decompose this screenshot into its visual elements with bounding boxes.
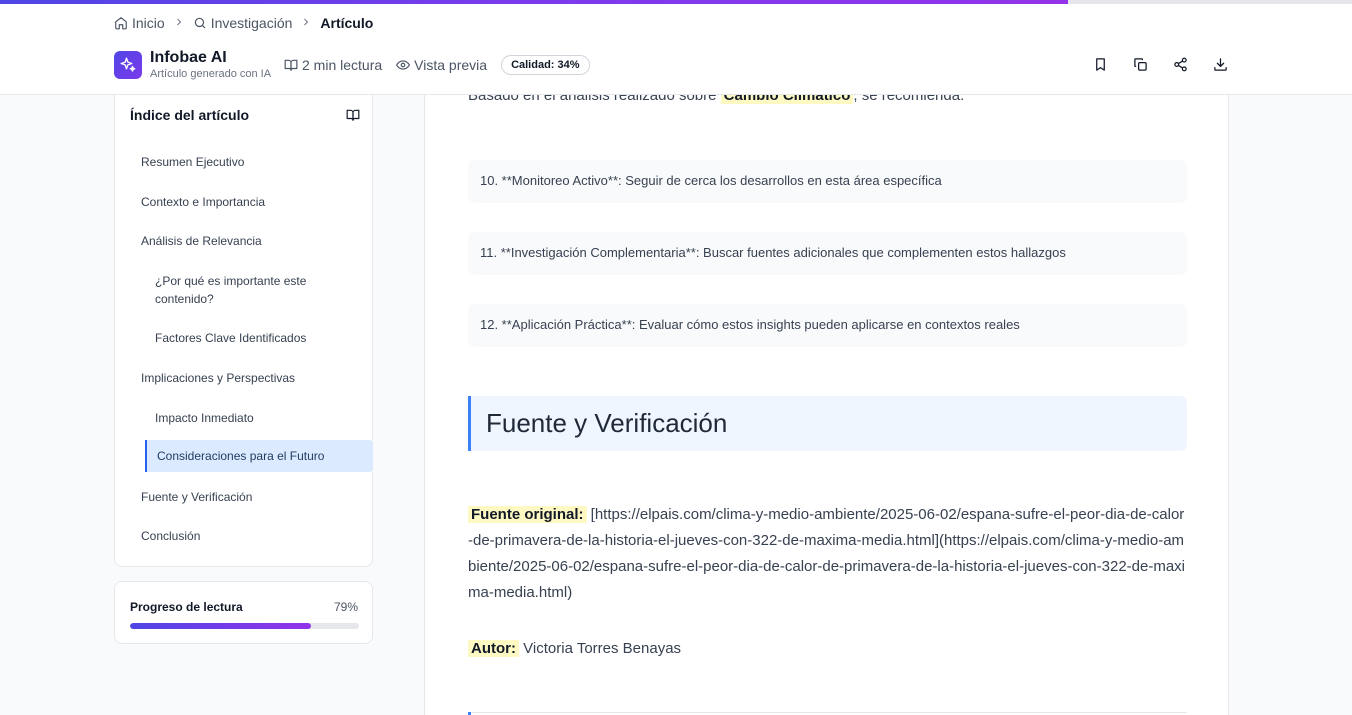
preview-toggle[interactable]: Vista previa xyxy=(396,57,487,73)
source-label: Fuente original: xyxy=(468,506,587,523)
reading-progress-bar xyxy=(130,623,311,629)
brand-subtitle: Artículo generado con IA xyxy=(150,68,272,80)
share-icon xyxy=(1174,57,1187,72)
brand[interactable]: Infobae AI Artículo generado con IA xyxy=(114,49,271,81)
share-button[interactable] xyxy=(1170,54,1191,75)
chevron-right-icon xyxy=(300,16,312,31)
recommendation-item: 10. **Monitoreo Activo**: Seguir de cerc… xyxy=(468,160,1187,203)
eye-icon xyxy=(396,58,411,72)
search-icon xyxy=(193,16,207,30)
table-of-contents: Índice del artículo Resumen Ejecutivo Co… xyxy=(114,93,373,567)
reading-progress-percent: 79% xyxy=(333,600,358,614)
breadcrumb: Inicio Investigación Artículo xyxy=(114,15,373,31)
copy-button[interactable] xyxy=(1130,54,1151,75)
breadcrumb-research-label: Investigación xyxy=(210,15,293,31)
article-content: Basado en el análisis realizado sobre Ca… xyxy=(424,93,1229,715)
toc-item-conclusion[interactable]: Conclusión xyxy=(141,527,361,545)
download-icon xyxy=(1214,58,1227,71)
breadcrumb-home[interactable]: Inicio xyxy=(114,15,165,31)
sparkles-icon xyxy=(114,51,142,79)
recommendation-item: 12. **Aplicación Práctica**: Evaluar cóm… xyxy=(468,304,1187,347)
toc-item-implicaciones[interactable]: Implicaciones y Perspectivas xyxy=(141,369,361,387)
page-scroll-progress xyxy=(0,0,1352,4)
toc-item-fuente-verificacion[interactable]: Fuente y Verificación xyxy=(141,488,361,506)
recommendation-item: 11. **Investigación Complementaria**: Bu… xyxy=(468,232,1187,275)
bookmark-icon xyxy=(1096,58,1105,71)
read-time-label: 2 min lectura xyxy=(302,57,383,73)
book-open-icon xyxy=(284,58,298,72)
breadcrumb-home-label: Inicio xyxy=(132,15,165,31)
chevron-right-icon xyxy=(173,16,185,31)
reading-progress-card: Progreso de lectura 79% xyxy=(114,581,373,644)
section-title-fuente: Fuente y Verificación xyxy=(468,396,1187,451)
book-open-icon[interactable] xyxy=(346,108,360,122)
bookmark-button[interactable] xyxy=(1090,54,1111,75)
toc-item-contexto[interactable]: Contexto e Importancia xyxy=(141,193,361,211)
breadcrumb-current: Artículo xyxy=(320,15,374,31)
quality-badge: Calidad: 34% xyxy=(501,55,590,75)
copy-icon xyxy=(1134,58,1147,71)
source-paragraph: Fuente original: [https://elpais.com/cli… xyxy=(468,502,1187,606)
brand-name: Infobae AI xyxy=(150,49,227,66)
toc-item-consideraciones-futuro[interactable]: Consideraciones para el Futuro xyxy=(145,440,373,472)
toc-item-por-que-importante[interactable]: ¿Por qué es importante este contenido? xyxy=(155,272,335,308)
article-meta: 2 min lectura Vista previa Calidad: 34% xyxy=(284,55,590,75)
toc-item-impacto-inmediato[interactable]: Impacto Inmediato xyxy=(155,409,335,427)
author-label: Autor: xyxy=(468,640,519,657)
toc-item-factores-clave[interactable]: Factores Clave Identificados xyxy=(155,329,335,347)
author-paragraph: Autor: Victoria Torres Benayas xyxy=(468,636,1187,662)
reading-progress-track xyxy=(130,623,359,629)
preview-label: Vista previa xyxy=(414,57,488,73)
download-button[interactable] xyxy=(1210,54,1231,75)
toc-item-resumen-ejecutivo[interactable]: Resumen Ejecutivo xyxy=(141,153,361,171)
toc-item-analisis[interactable]: Análisis de Relevancia xyxy=(141,232,361,250)
author-name: Victoria Torres Benayas xyxy=(523,640,682,657)
breadcrumb-research[interactable]: Investigación xyxy=(193,15,293,31)
page-scroll-progress-fill xyxy=(0,0,1069,4)
reading-progress-label: Progreso de lectura xyxy=(130,600,243,614)
home-icon xyxy=(114,16,128,30)
read-time: 2 min lectura xyxy=(284,57,382,73)
toc-title: Índice del artículo xyxy=(130,107,250,123)
top-bar: Inicio Investigación Artículo Infobae AI… xyxy=(0,4,1352,95)
header-actions xyxy=(1090,54,1231,75)
